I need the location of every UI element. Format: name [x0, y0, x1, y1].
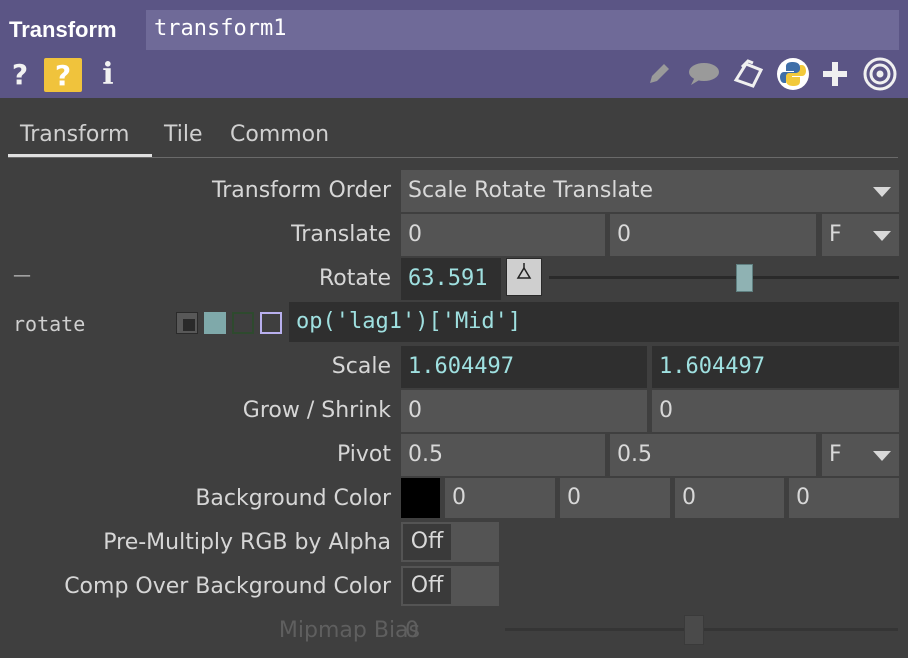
background-color-a-field[interactable]: 0	[789, 478, 899, 518]
rotate-expression-field[interactable]: op('lag1')['Mid']	[289, 302, 899, 342]
chevron-down-icon	[873, 451, 891, 461]
expression-param-name: rotate	[13, 312, 86, 336]
background-color-label: Background Color	[195, 486, 391, 511]
background-color-b-field[interactable]: 0	[675, 478, 784, 518]
operator-name-field[interactable]: transform1	[146, 10, 899, 50]
tab-transform[interactable]: Transform	[20, 122, 129, 147]
pivot-y-field[interactable]: 0.5	[610, 434, 816, 476]
viewer-icon[interactable]	[862, 56, 898, 92]
rotate-label: Rotate	[318, 266, 391, 291]
operator-type-label: Transform	[9, 17, 117, 42]
add-icon[interactable]	[820, 56, 850, 92]
operator-name-text: transform1	[154, 16, 287, 41]
chevron-down-icon	[873, 231, 891, 241]
comp-over-toggle-state: Off	[403, 568, 451, 604]
mipmap-bias-label: Mipmap Bias	[278, 618, 420, 643]
background-color-swatch[interactable]	[401, 478, 440, 518]
pivot-x-field[interactable]: 0.5	[401, 434, 605, 476]
operator-help-icon[interactable]: ?	[44, 58, 82, 92]
rotate-mode-toggle[interactable]	[506, 258, 542, 296]
parameter-tabs: Transform Tile Common	[0, 98, 908, 160]
help-icon[interactable]: ?	[8, 56, 32, 92]
translate-label: Translate	[291, 222, 391, 247]
operator-help-glyph: ?	[54, 58, 72, 92]
premultiply-toggle-state: Off	[403, 524, 451, 560]
pivot-unit-dropdown[interactable]: F	[822, 434, 899, 476]
comp-over-toggle[interactable]: Off	[401, 566, 499, 606]
pivot-unit-value: F	[829, 442, 842, 467]
grow-shrink-x-field[interactable]: 0	[401, 390, 647, 432]
comment-icon[interactable]	[684, 56, 722, 92]
background-color-r-field[interactable]: 0	[445, 478, 555, 518]
clone-icon[interactable]	[730, 56, 766, 92]
transform-order-label: Transform Order	[212, 178, 391, 203]
tab-divider	[8, 157, 898, 158]
transform-order-dropdown[interactable]: Scale Rotate Translate	[401, 170, 899, 212]
export-mode-icon[interactable]	[232, 312, 254, 334]
background-color-g-field[interactable]: 0	[560, 478, 670, 518]
translate-unit-value: F	[829, 222, 842, 247]
python-icon[interactable]	[774, 56, 812, 92]
translate-y-field[interactable]: 0	[610, 214, 816, 256]
transform-order-value: Scale Rotate Translate	[408, 178, 654, 203]
rotate-value-field[interactable]: 63.591	[401, 258, 501, 300]
grow-shrink-label: Grow / Shrink	[242, 398, 391, 423]
comp-over-label: Comp Over Background Color	[64, 574, 391, 599]
mipmap-bias-slider-handle	[683, 615, 704, 645]
premultiply-toggle[interactable]: Off	[401, 522, 499, 562]
scale-x-field[interactable]: 1.604497	[401, 346, 647, 388]
premultiply-label: Pre-Multiply RGB by Alpha	[103, 530, 391, 555]
operator-header: Transform transform1 ? ? i	[0, 0, 908, 98]
constant-mode-icon[interactable]	[176, 312, 198, 334]
collapse-dash[interactable]: —	[13, 265, 31, 286]
pivot-label: Pivot	[336, 442, 391, 467]
mipmap-bias-value: 0	[405, 618, 419, 643]
chevron-down-icon	[873, 187, 891, 197]
expression-mode-icon[interactable]	[204, 312, 226, 334]
grow-shrink-y-field[interactable]: 0	[652, 390, 899, 432]
rotate-slider-track[interactable]	[549, 276, 899, 279]
scale-y-field[interactable]: 1.604497	[652, 346, 899, 388]
edit-icon[interactable]	[645, 56, 673, 92]
translate-unit-dropdown[interactable]: F	[822, 214, 899, 256]
scale-label: Scale	[331, 354, 391, 379]
bind-mode-icon[interactable]	[260, 312, 282, 334]
translate-x-field[interactable]: 0	[401, 214, 605, 256]
tab-tile[interactable]: Tile	[164, 122, 203, 147]
info-icon[interactable]: i	[98, 56, 118, 92]
rotate-slider-handle[interactable]	[736, 264, 753, 292]
tab-common[interactable]: Common	[230, 122, 329, 147]
